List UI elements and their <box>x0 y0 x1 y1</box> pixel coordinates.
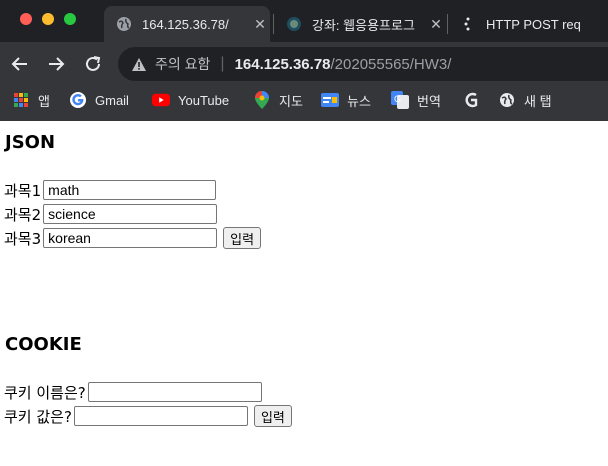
window-minimize-button[interactable] <box>42 13 54 25</box>
bookmark-label: 번역 <box>417 93 441 109</box>
apps-grid-icon <box>12 91 30 109</box>
json-field-row: 과목2 <box>4 202 218 226</box>
field-label: 쿠키 이름은? <box>4 383 86 402</box>
subject2-input[interactable] <box>43 204 218 224</box>
back-button[interactable] <box>8 52 32 76</box>
cookie-field-row: 쿠키 이름은? <box>4 380 262 404</box>
bookmark-news[interactable]: 뉴스 <box>321 90 371 110</box>
bookmark-label: 새 탭 <box>524 93 552 109</box>
moodle-icon <box>286 16 302 32</box>
url-host: 164.125.36.78 <box>234 55 331 73</box>
page-content: JSON 과목1 과목2 과목3 입력 COOKIE 쿠키 이름은? 쿠키 값은… <box>0 121 608 466</box>
forward-arrow-icon <box>49 57 65 71</box>
warning-icon[interactable] <box>131 57 147 72</box>
json-field-row: 과목3 입력 <box>4 226 262 250</box>
field-label: 과목2 <box>4 205 42 224</box>
url-path: /202055565/HW3/ <box>330 55 452 73</box>
field-label: 쿠키 값은? <box>4 407 72 426</box>
translate-icon: G <box>391 91 409 109</box>
bookmark-maps[interactable]: 지도 <box>253 90 303 110</box>
google-icon <box>69 91 87 109</box>
subject3-input[interactable] <box>43 228 218 248</box>
back-arrow-icon <box>11 57 27 71</box>
bookmark-label: 뉴스 <box>347 93 371 109</box>
window-maximize-button[interactable] <box>64 13 76 25</box>
reload-button[interactable] <box>81 52 105 76</box>
subject1-input[interactable] <box>43 180 217 200</box>
bookmark-label: 앱 <box>38 93 50 109</box>
browser-chrome: 164.125.36.78/ ✕ 강좌: 웹응용프로그 ✕ HTTP POST … <box>0 0 608 121</box>
cookie-submit-button[interactable]: 입력 <box>253 405 292 427</box>
not-secure-label[interactable]: 주의 요함 <box>155 54 210 74</box>
bookmark-g[interactable] <box>462 90 488 110</box>
globe-icon <box>116 16 132 32</box>
field-label: 과목1 <box>4 181 42 200</box>
json-heading: JSON <box>5 132 56 153</box>
youtube-icon <box>152 91 170 109</box>
bookmark-label: YouTube <box>178 92 230 108</box>
cookie-field-row: 쿠키 값은? 입력 <box>4 404 292 428</box>
bookmark-youtube[interactable]: YouTube <box>152 90 229 110</box>
bookmark-new-tab[interactable]: 새 탭 <box>498 90 552 110</box>
maps-pin-icon <box>253 91 271 109</box>
bookmark-label: 지도 <box>279 93 303 109</box>
cookie-value-input[interactable] <box>73 406 248 426</box>
tab-strip: 164.125.36.78/ ✕ 강좌: 웹응용프로그 ✕ HTTP POST … <box>0 0 608 42</box>
cookie-heading: COOKIE <box>5 334 82 355</box>
tab-1[interactable]: 164.125.36.78/ ✕ <box>104 6 270 42</box>
bookmark-translate[interactable]: G 번역 <box>391 90 441 110</box>
close-icon[interactable]: ✕ <box>250 16 270 33</box>
tab-1-title: 164.125.36.78/ <box>142 16 229 32</box>
cookie-name-input[interactable] <box>87 382 262 402</box>
g-logo-icon <box>462 91 480 109</box>
bookmark-apps[interactable]: 앱 <box>12 90 50 110</box>
reload-icon <box>86 56 101 71</box>
json-submit-button[interactable]: 입력 <box>223 227 262 249</box>
field-label: 과목3 <box>4 229 42 248</box>
globe-icon <box>498 91 516 109</box>
window-close-button[interactable] <box>20 13 32 25</box>
bookmark-gmail[interactable]: Gmail <box>69 90 129 110</box>
bookmark-label: Gmail <box>95 92 129 108</box>
omnibox-divider: | <box>220 55 225 72</box>
forward-button[interactable] <box>44 52 68 76</box>
address-bar[interactable]: 주의 요함 | 164.125.36.78 /202055565/HW3/ <box>118 47 608 81</box>
tab-2-title: 강좌: 웹응용프로그 <box>312 17 415 33</box>
svg-text:G: G <box>394 94 401 104</box>
postman-icon <box>460 16 476 32</box>
json-field-row: 과목1 <box>4 178 217 202</box>
tab-3-title: HTTP POST req <box>486 16 581 32</box>
close-icon[interactable]: ✕ <box>426 16 446 33</box>
google-news-icon <box>321 91 339 109</box>
tab-3[interactable]: HTTP POST req <box>448 6 608 42</box>
tab-2[interactable]: 강좌: 웹응용프로그 ✕ <box>274 6 446 42</box>
